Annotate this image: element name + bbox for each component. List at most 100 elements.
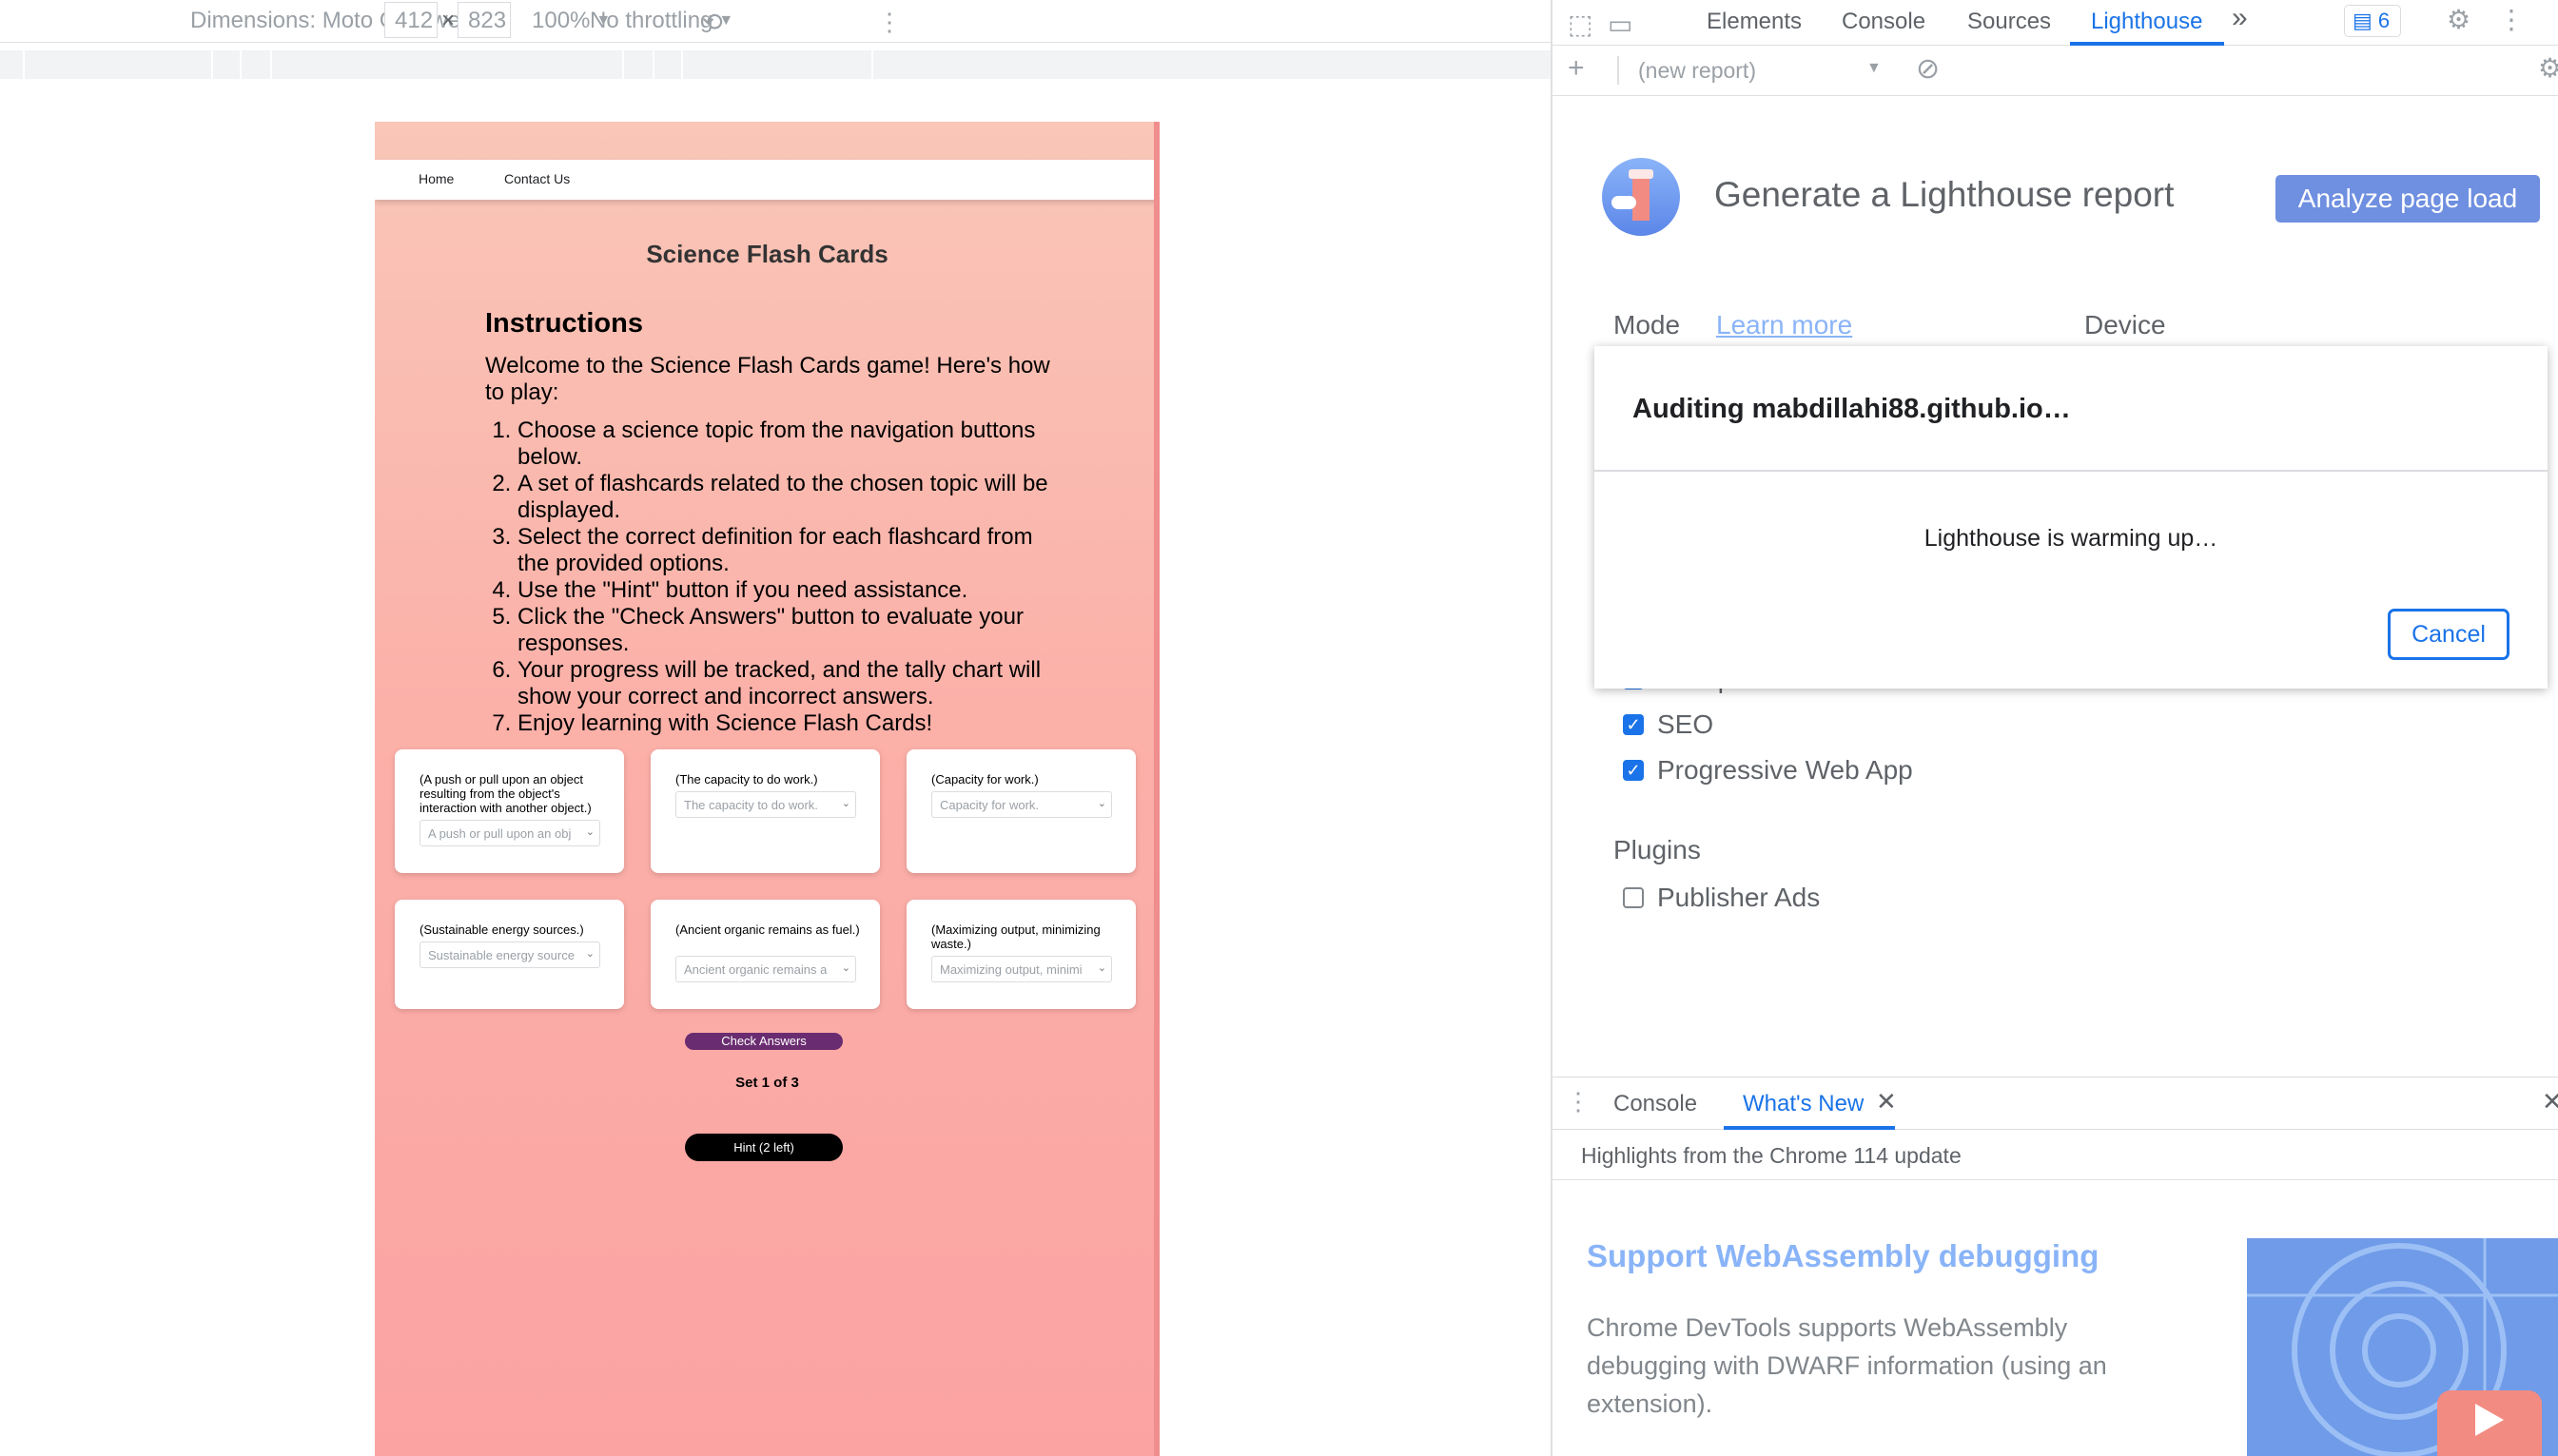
device-label: Device (2084, 310, 2166, 340)
flashcard-question: (The capacity to do work.) (675, 772, 818, 786)
instruction-step: Click the "Check Answers" button to eval… (517, 604, 1056, 657)
whats-new-highlights: Highlights from the Chrome 114 update (1552, 1131, 2558, 1180)
viewport-resize-edge[interactable] (1154, 122, 1160, 1456)
devtools-tabbar: ⬚ ▭ Elements Console Sources Lighthouse … (1552, 0, 2558, 46)
mode-label: Mode (1613, 310, 1681, 340)
report-select[interactable]: (new report) (1638, 58, 1756, 84)
issues-badge[interactable]: ▤ 6 (2344, 5, 2401, 37)
generate-report-title: Generate a Lighthouse report (1714, 175, 2175, 214)
check-answers-button[interactable]: Check Answers (685, 1033, 843, 1050)
issues-count: 6 (2377, 9, 2391, 32)
flashcard-answer-value: A push or pull upon an obj (428, 826, 572, 841)
close-icon[interactable]: ✕ (1876, 1087, 1897, 1116)
analyze-page-load-button[interactable]: Analyze page load (2275, 175, 2540, 223)
width-input[interactable]: 412 (384, 2, 438, 38)
gear-icon[interactable]: ⚙ (2447, 4, 2470, 35)
flashcard: (Maximizing output, minimizing waste.) M… (907, 900, 1136, 1009)
flashcard-answer-select[interactable]: Sustainable energy source ⌄ (420, 942, 600, 968)
dialog-header: Auditing mabdillahi88.github.io… (1594, 346, 2548, 472)
flashcard: (Sustainable energy sources.) Sustainabl… (395, 900, 624, 1009)
nav-home-link[interactable]: Home (419, 171, 454, 186)
whats-new-article-body: Chrome DevTools supports WebAssembly deb… (1587, 1313, 2107, 1418)
flashcard-answer-select[interactable]: Capacity for work. ⌄ (931, 791, 1112, 818)
instruction-step: Use the "Hint" button if you need assist… (517, 577, 1056, 604)
instructions-intro: Welcome to the Science Flash Cards game!… (485, 353, 1050, 405)
category-pwa[interactable]: ✓ Progressive Web App (1623, 755, 1913, 786)
site-title: Science Flash Cards (646, 240, 888, 268)
active-tab-indicator (2070, 42, 2224, 46)
flashcard-answer-select[interactable]: Maximizing output, minimi ⌄ (931, 956, 1112, 982)
tab-sources[interactable]: Sources (1967, 9, 2051, 35)
instruction-step: Choose a science topic from the navigati… (517, 417, 1056, 471)
devtools-panel: ⬚ ▭ Elements Console Sources Lighthouse … (1552, 0, 2558, 1456)
drawer-menu-icon[interactable]: ⋮ (1566, 1087, 1591, 1116)
more-options-icon[interactable]: ⋮ (2498, 4, 2525, 35)
height-input[interactable]: 823 (458, 2, 511, 38)
inspect-element-icon[interactable]: ⬚ (1568, 9, 1592, 40)
category-label: SEO (1657, 709, 1714, 739)
instruction-step: Enjoy learning with Science Flash Cards! (517, 710, 1056, 737)
checkbox-checked[interactable]: ✓ (1623, 760, 1644, 781)
chevron-down-icon: ⌄ (585, 948, 595, 960)
lighthouse-logo-icon (1602, 158, 1680, 236)
category-seo[interactable]: ✓ SEO (1623, 709, 1713, 740)
more-options-icon[interactable]: ⋮ (877, 8, 902, 37)
chevron-down-icon: ⌄ (841, 798, 850, 809)
instruction-step: Select the correct definition for each f… (517, 524, 1056, 577)
flashcard-question: (Ancient organic remains as fuel.) (675, 922, 860, 937)
emulated-viewport: Home Contact Us Science Flash Cards Inst… (375, 122, 1160, 1456)
drawer-tab-whats-new[interactable]: What's New (1743, 1091, 1864, 1117)
flashcard-question: (A push or pull upon an object resulting… (420, 772, 592, 815)
instructions-list: Choose a science topic from the navigati… (485, 417, 1056, 737)
plugin-publisher-ads[interactable]: Publisher Ads (1623, 883, 1820, 913)
tab-console[interactable]: Console (1842, 9, 1925, 35)
more-tabs-icon[interactable]: » (2232, 2, 2248, 34)
flashcard-answer-select[interactable]: A push or pull upon an obj ⌄ (420, 820, 600, 846)
flashcard: (Ancient organic remains as fuel.) Ancie… (651, 900, 880, 1009)
learn-more-link[interactable]: Learn more (1716, 310, 1852, 340)
video-thumbnail[interactable] (2247, 1238, 2558, 1456)
chevron-down-icon: ▼ (1866, 60, 1882, 76)
instruction-step: A set of flashcards related to the chose… (517, 471, 1056, 524)
active-tab-indicator (1724, 1126, 1895, 1130)
flashcard-answer-value: Maximizing output, minimi (940, 962, 1083, 977)
lighthouse-start-view: Generate a Lighthouse report Analyze pag… (1552, 97, 2558, 1077)
tab-elements[interactable]: Elements (1707, 9, 1802, 35)
whats-new-article-title[interactable]: Support WebAssembly debugging (1587, 1238, 2099, 1274)
play-button-icon[interactable] (2437, 1390, 2542, 1456)
nav-contact-link[interactable]: Contact Us (504, 171, 570, 186)
chevron-down-icon: ⌄ (1097, 962, 1106, 974)
clear-icon[interactable]: ⊘ (1916, 52, 1940, 86)
flashcard-answer-value: Ancient organic remains a (684, 962, 828, 977)
instructions-heading: Instructions (485, 308, 643, 339)
plus-icon[interactable]: + (1568, 52, 1585, 85)
flashcard-answer-select[interactable]: The capacity to do work. ⌄ (675, 791, 856, 818)
cancel-button[interactable]: Cancel (2388, 609, 2509, 660)
hint-button[interactable]: Hint (2 left) (685, 1134, 843, 1161)
drawer-tabbar: ⋮ Console What's New ✕ ✕ (1552, 1077, 2558, 1130)
message-icon: ▤ (2353, 9, 2372, 32)
checkbox-unchecked[interactable] (1623, 887, 1644, 908)
flashcard: (A push or pull upon an object resulting… (395, 749, 624, 873)
flashcard: (Capacity for work.) Capacity for work. … (907, 749, 1136, 873)
close-drawer-icon[interactable]: ✕ (2542, 1087, 2558, 1116)
flashcard-answer-value: Capacity for work. (940, 798, 1040, 812)
flashcard-question: (Capacity for work.) (931, 772, 1039, 786)
site-nav: Home Contact Us (375, 160, 1160, 200)
instruction-step: Your progress will be tracked, and the t… (517, 657, 1056, 710)
media-query-ruler[interactable] (0, 50, 1551, 79)
chevron-down-icon: ⌄ (841, 962, 850, 974)
dialog-status-message: Lighthouse is warming up… (1923, 525, 2218, 552)
dialog-title: Auditing mabdillahi88.github.io… (1632, 394, 2071, 424)
rotate-icon[interactable]: ⟲ (702, 8, 723, 37)
throttling-label: No throttling (590, 8, 713, 33)
toolbar-separator (1617, 56, 1619, 85)
device-toggle-icon[interactable]: ▭ (1608, 9, 1632, 40)
drawer-tab-console[interactable]: Console (1613, 1091, 1697, 1117)
tab-lighthouse[interactable]: Lighthouse (2091, 9, 2202, 35)
gear-icon[interactable]: ⚙ (2538, 52, 2558, 84)
plugin-label: Publisher Ads (1657, 883, 1821, 912)
flashcard-answer-select[interactable]: Ancient organic remains a ⌄ (675, 956, 856, 982)
checkbox-checked[interactable]: ✓ (1623, 714, 1644, 735)
set-progress-label: Set 1 of 3 (735, 1075, 799, 1091)
